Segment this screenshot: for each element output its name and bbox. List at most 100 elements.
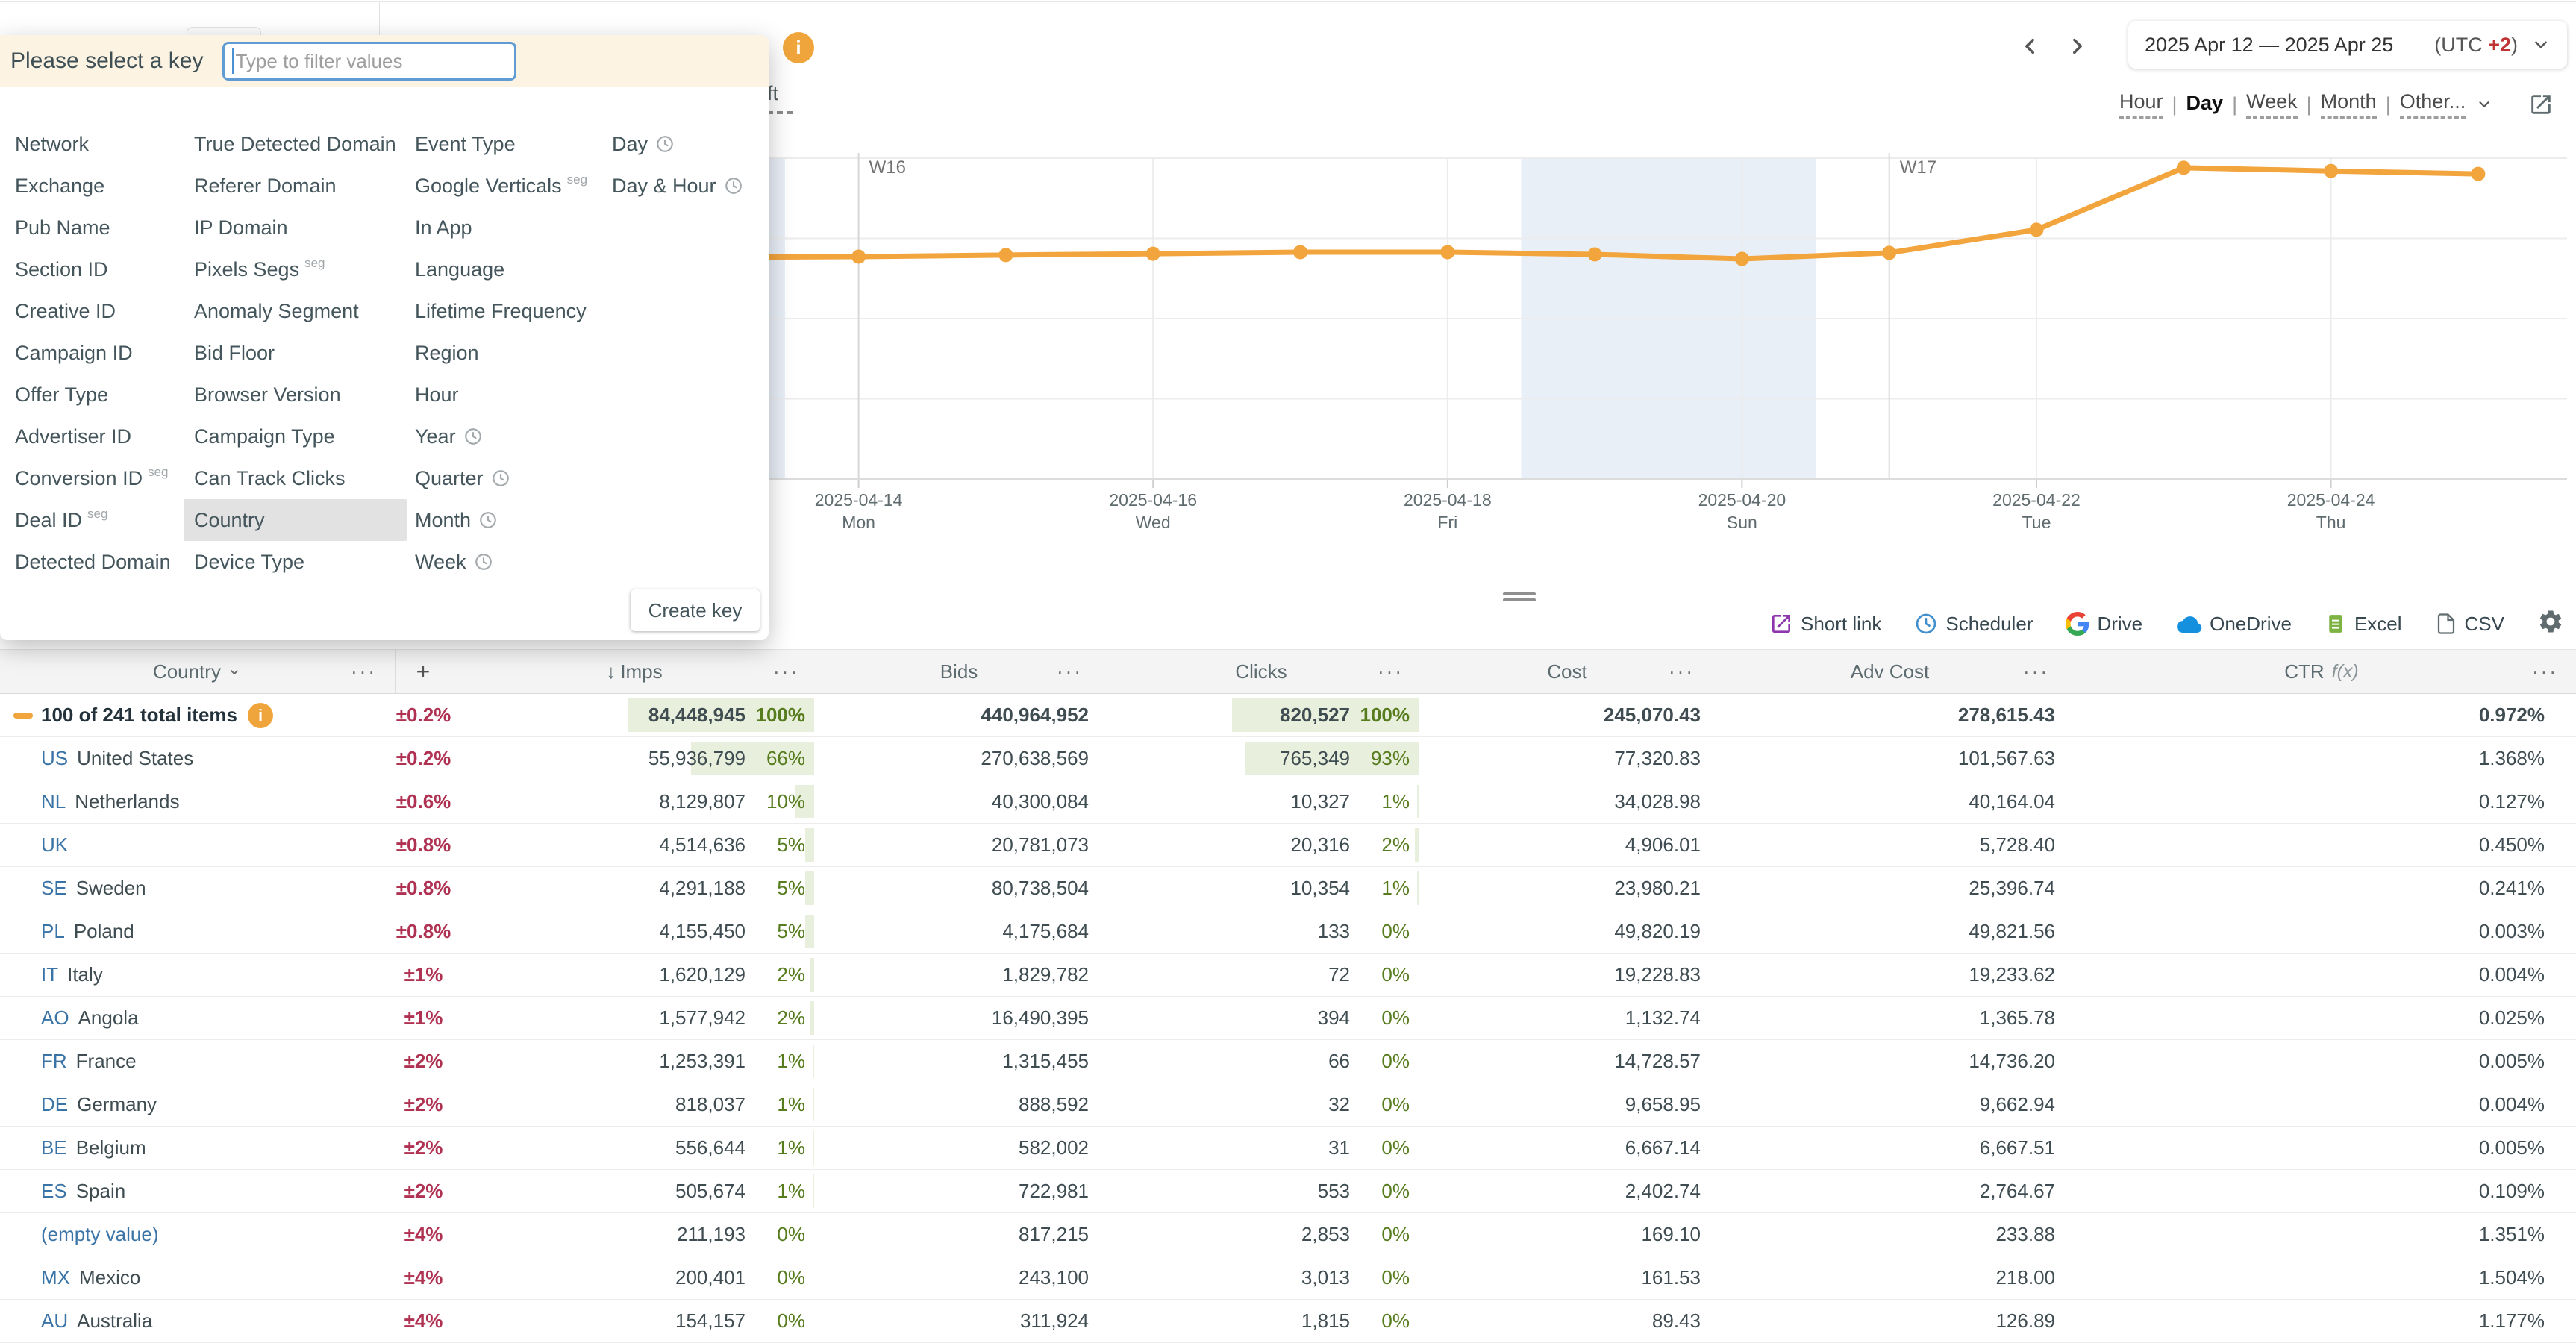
table-row[interactable]: NLNetherlands±0.6%8,129,80710%40,300,084… [0, 780, 2576, 824]
column-menu-icon[interactable]: ··· [2023, 660, 2049, 683]
key-item-google-verticals[interactable]: Google Verticalsseg [404, 165, 598, 207]
drive-button[interactable]: Drive [2066, 612, 2142, 636]
key-item-true-detected-domain[interactable]: True Detected Domain [184, 123, 407, 165]
table-row[interactable]: MXMexico±4%200,4010%243,1003,0130%161.53… [0, 1256, 2576, 1300]
key-item-day-hour[interactable]: Day & Hour [601, 165, 754, 207]
splitter-handle[interactable] [1503, 592, 1536, 604]
key-item-lifetime-frequency[interactable]: Lifetime Frequency [404, 290, 598, 332]
key-item-creative-id[interactable]: Creative ID [4, 290, 181, 332]
excel-button[interactable]: Excel [2325, 613, 2402, 636]
key-item-week[interactable]: Week [404, 541, 598, 583]
data-point[interactable] [1440, 245, 1454, 259]
column-menu-icon[interactable]: ··· [773, 660, 799, 683]
table-row[interactable]: PLPoland±0.8%4,155,4505%4,175,6841330%49… [0, 910, 2576, 954]
key-item-advertiser-id[interactable]: Advertiser ID [4, 416, 181, 457]
key-item-quarter[interactable]: Quarter [404, 457, 598, 499]
info-icon[interactable]: i [248, 703, 273, 728]
column-header-bids[interactable]: Bids··· [817, 650, 1101, 693]
key-item-pub-name[interactable]: Pub Name [4, 207, 181, 248]
data-point[interactable] [2177, 160, 2191, 175]
key-item-detected-domain[interactable]: Detected Domain [4, 541, 181, 583]
csv-button[interactable]: CSV [2435, 613, 2504, 636]
table-row[interactable]: ESSpain±2%505,6741%722,9815530%2,402.742… [0, 1170, 2576, 1213]
key-item-campaign-id[interactable]: Campaign ID [4, 332, 181, 374]
data-point[interactable] [1146, 247, 1160, 261]
date-range-picker[interactable]: 2025 Apr 12 — 2025 Apr 25 (UTC +2) [2128, 21, 2567, 69]
granularity-month[interactable]: Month [2321, 90, 2377, 119]
onedrive-button[interactable]: OneDrive [2175, 610, 2292, 637]
key-item-pixels-segs[interactable]: Pixels Segsseg [184, 248, 407, 290]
key-item-conversion-id[interactable]: Conversion IDseg [4, 457, 181, 499]
key-item-month[interactable]: Month [404, 499, 598, 541]
key-item-in-app[interactable]: In App [404, 207, 598, 248]
key-filter-input[interactable] [222, 42, 516, 81]
key-item-exchange[interactable]: Exchange [4, 165, 181, 207]
data-point[interactable] [2324, 164, 2338, 178]
key-item-can-track-clicks[interactable]: Can Track Clicks [184, 457, 407, 499]
key-item-anomaly-segment[interactable]: Anomaly Segment [184, 290, 407, 332]
data-point[interactable] [1588, 248, 1602, 262]
info-icon[interactable]: i [783, 32, 814, 63]
key-item-language[interactable]: Language [404, 248, 598, 290]
collapse-dash-icon[interactable] [13, 713, 33, 719]
table-row[interactable]: AUAustralia±4%154,1570%311,9241,8150%89.… [0, 1300, 2576, 1343]
key-item-year[interactable]: Year [404, 416, 598, 457]
column-header-clicks[interactable]: Clicks··· [1101, 650, 1422, 693]
key-item-day[interactable]: Day [601, 123, 754, 165]
data-point[interactable] [2030, 222, 2044, 237]
table-row[interactable]: (empty value)±4%211,1930%817,2152,8530%1… [0, 1213, 2576, 1256]
data-point[interactable] [851, 250, 866, 264]
key-item-device-type[interactable]: Device Type [184, 541, 407, 583]
table-row[interactable]: AOAngola±1%1,577,9422%16,490,3953940%1,1… [0, 997, 2576, 1040]
key-item-offer-type[interactable]: Offer Type [4, 374, 181, 416]
table-row[interactable]: UK±0.8%4,514,6365%20,781,07320,3162%4,90… [0, 824, 2576, 867]
key-item-region[interactable]: Region [404, 332, 598, 374]
key-item-section-id[interactable]: Section ID [4, 248, 181, 290]
prev-range-button[interactable] [2013, 30, 2046, 63]
column-header-imps[interactable]: ↓Imps··· [451, 650, 817, 693]
data-point[interactable] [1293, 245, 1307, 259]
data-point[interactable] [2471, 167, 2485, 181]
data-point[interactable] [998, 248, 1013, 262]
key-item-event-type[interactable]: Event Type [404, 123, 598, 165]
key-item-hour[interactable]: Hour [404, 374, 598, 416]
key-item-bid-floor[interactable]: Bid Floor [184, 332, 407, 374]
column-menu-icon[interactable]: ··· [351, 660, 377, 683]
data-point[interactable] [1735, 252, 1749, 266]
key-item-referer-domain[interactable]: Referer Domain [184, 165, 407, 207]
key-item-campaign-type[interactable]: Campaign Type [184, 416, 407, 457]
key-item-country[interactable]: Country [184, 499, 407, 541]
table-row[interactable]: ITItaly±1%1,620,1292%1,829,782720%19,228… [0, 954, 2576, 997]
granularity-other[interactable]: Other... [2400, 90, 2466, 119]
granularity-hour[interactable]: Hour [2119, 90, 2163, 119]
short-link-button[interactable]: Short link [1769, 612, 1881, 636]
key-item-browser-version[interactable]: Browser Version [184, 374, 407, 416]
column-menu-icon[interactable]: ··· [1669, 660, 1695, 683]
column-menu-icon[interactable]: ··· [1057, 660, 1083, 683]
create-key-button[interactable]: Create key [631, 589, 760, 631]
key-item-deal-id[interactable]: Deal IDseg [4, 499, 181, 541]
open-in-new-icon[interactable] [2528, 92, 2554, 117]
next-range-button[interactable] [2061, 30, 2094, 63]
column-header-adv-cost[interactable]: Adv Cost··· [1713, 650, 2067, 693]
column-header-country[interactable]: Country⌄··· [0, 650, 396, 693]
granularity-week[interactable]: Week [2246, 90, 2298, 119]
column-menu-icon[interactable]: ··· [2532, 660, 2558, 683]
key-item-ip-domain[interactable]: IP Domain [184, 207, 407, 248]
gear-icon[interactable] [2537, 608, 2564, 640]
table-total-row[interactable]: 100 of 241 total itemsi±0.2%84,448,94510… [0, 694, 2576, 737]
data-point[interactable] [1882, 245, 1896, 260]
column-header-ctr[interactable]: CTRf(x)··· [2067, 650, 2576, 693]
table-row[interactable]: DEGermany±2%818,0371%888,592320%9,658.95… [0, 1083, 2576, 1127]
column-menu-icon[interactable]: ··· [1378, 660, 1404, 683]
table-row[interactable]: SESweden±0.8%4,291,1885%80,738,50410,354… [0, 867, 2576, 910]
scheduler-button[interactable]: Scheduler [1914, 612, 2033, 636]
table-row[interactable]: BEBelgium±2%556,6441%582,002310%6,667.14… [0, 1127, 2576, 1170]
add-column-button[interactable]: + [396, 650, 451, 693]
key-item-network[interactable]: Network [4, 123, 181, 165]
chart-legend-partial[interactable]: ft [767, 82, 793, 114]
granularity-day[interactable]: Day [2186, 92, 2224, 118]
table-row[interactable]: FRFrance±2%1,253,3911%1,315,455660%14,72… [0, 1040, 2576, 1083]
table-row[interactable]: USUnited States±0.2%55,936,79966%270,638… [0, 737, 2576, 780]
column-header-cost[interactable]: Cost··· [1422, 650, 1713, 693]
